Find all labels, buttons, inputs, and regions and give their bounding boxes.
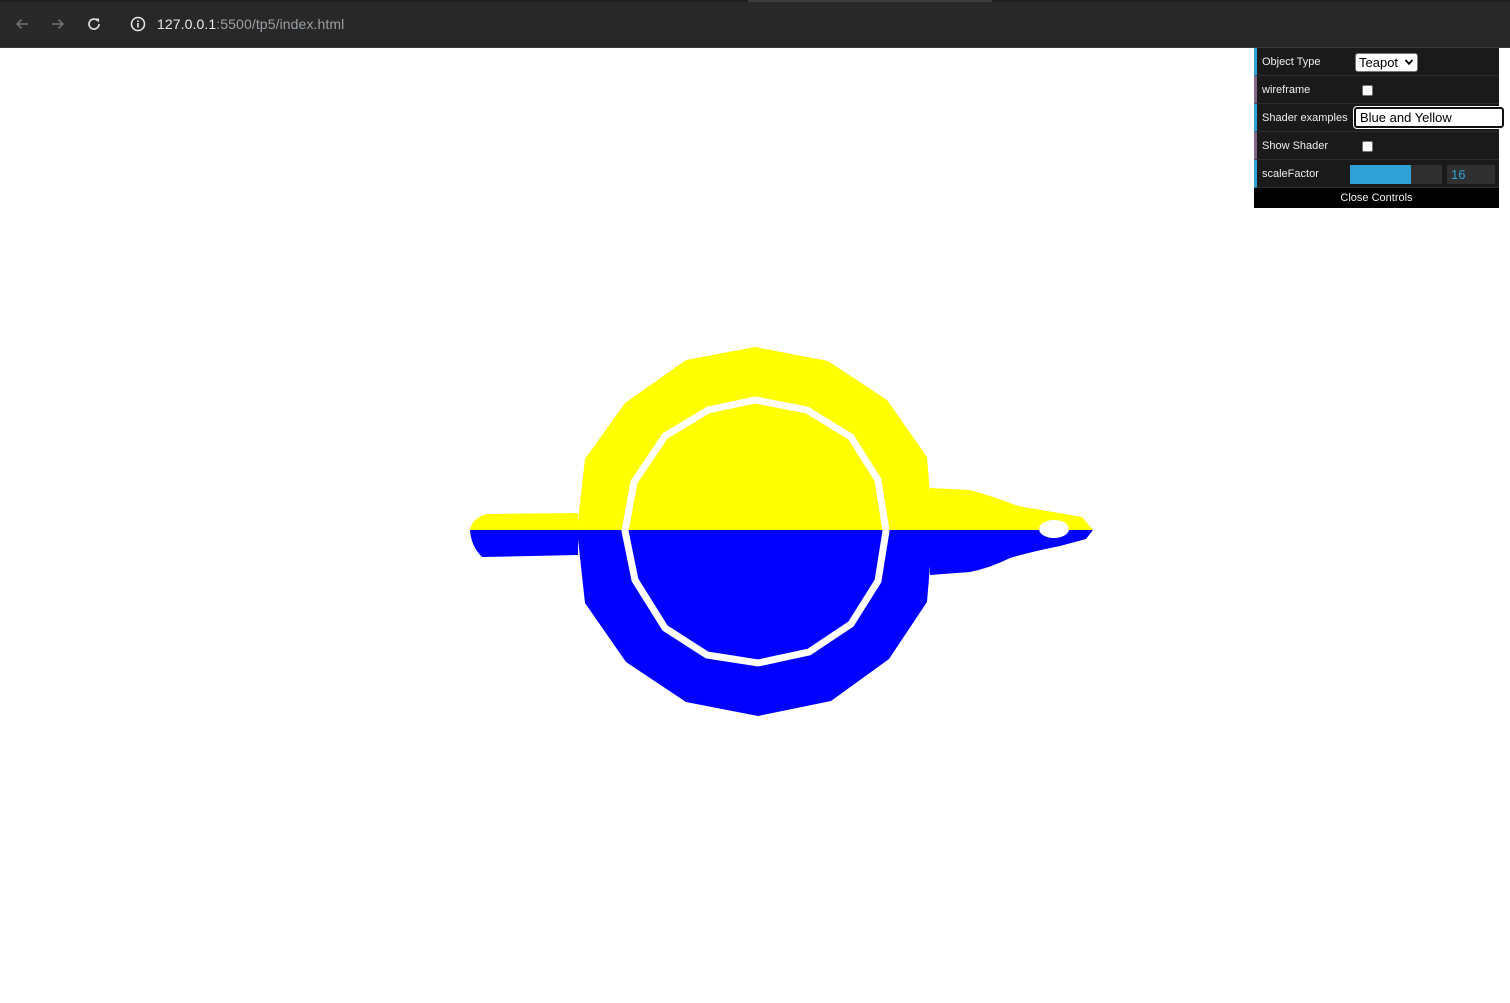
controls-panel: Object Type Teapot wireframe Shader exam… bbox=[1254, 48, 1505, 208]
address-bar[interactable]: 127.0.0.1:5500/tp5/index.html bbox=[118, 8, 1498, 41]
reload-icon bbox=[88, 18, 100, 30]
browser-toolbar: 127.0.0.1:5500/tp5/index.html bbox=[0, 0, 1510, 48]
active-tab-edge bbox=[748, 0, 992, 2]
url-path: :5500/tp5/index.html bbox=[216, 16, 345, 32]
show-shader-label: Show Shader bbox=[1262, 140, 1329, 152]
url-text[interactable]: 127.0.0.1:5500/tp5/index.html bbox=[157, 16, 344, 32]
shader-examples-label: Shader examples bbox=[1262, 112, 1348, 124]
scale-factor-label: scaleFactor bbox=[1262, 168, 1319, 180]
close-controls-button[interactable]: Close Controls bbox=[1254, 188, 1499, 208]
info-icon[interactable] bbox=[130, 16, 146, 32]
shader-examples-select[interactable]: Blue and Yellow bbox=[1353, 106, 1505, 129]
arrow-left-icon bbox=[15, 18, 28, 30]
object-type-label: Object Type bbox=[1262, 56, 1321, 68]
shader-examples-value: Blue and Yellow bbox=[1360, 110, 1452, 125]
scale-factor-row: scaleFactor 16 bbox=[1254, 160, 1499, 188]
show-shader-row: Show Shader bbox=[1254, 132, 1499, 160]
forward-button[interactable] bbox=[46, 12, 70, 36]
scale-factor-input[interactable]: 16 bbox=[1447, 165, 1495, 184]
object-type-value: Teapot bbox=[1359, 55, 1399, 70]
url-host: 127.0.0.1 bbox=[157, 16, 217, 32]
shader-examples-row: Shader examples Blue and Yellow bbox=[1254, 104, 1505, 132]
wireframe-checkbox[interactable] bbox=[1362, 85, 1373, 96]
object-type-row: Object Type Teapot bbox=[1254, 48, 1499, 76]
wireframe-row: wireframe bbox=[1254, 76, 1499, 104]
wireframe-label: wireframe bbox=[1262, 84, 1311, 96]
scale-factor-slider[interactable] bbox=[1350, 165, 1442, 184]
show-shader-checkbox[interactable] bbox=[1362, 141, 1373, 152]
reload-button[interactable] bbox=[82, 12, 106, 36]
spout-opening bbox=[1039, 520, 1069, 538]
scale-factor-slider-fill bbox=[1350, 165, 1411, 184]
object-type-select[interactable]: Teapot bbox=[1355, 53, 1418, 72]
back-button[interactable] bbox=[10, 12, 34, 36]
chevron-down-icon bbox=[1404, 59, 1414, 66]
arrow-right-icon bbox=[52, 18, 65, 30]
